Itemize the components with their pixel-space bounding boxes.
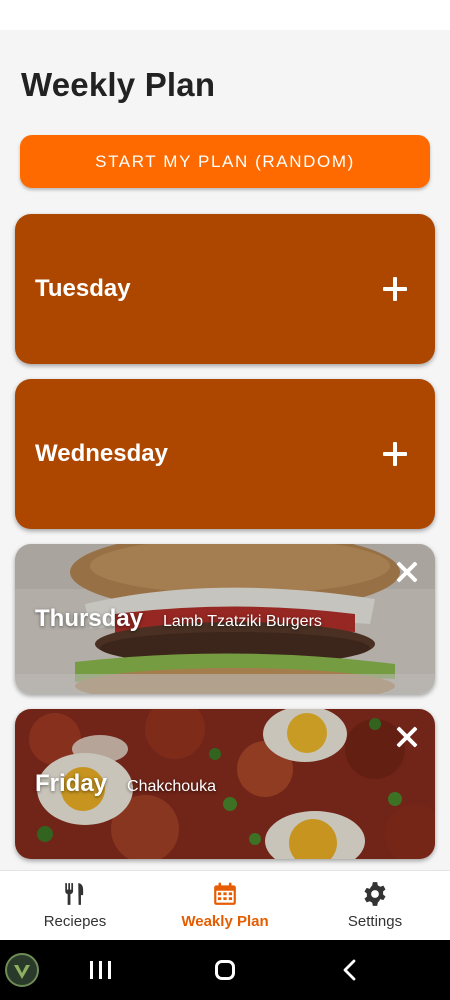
day-card-thursday[interactable]: Thursday Lamb Tzatziki Burgers [15, 544, 435, 694]
day-name: Thursday [35, 605, 144, 632]
meal-row: Friday Chakchouka [35, 770, 216, 798]
page-title: Weekly Plan [21, 66, 216, 103]
day-name: Friday [35, 770, 108, 797]
back-button[interactable] [325, 940, 375, 1000]
day-card-tuesday[interactable]: Tuesday [15, 214, 435, 364]
nav-item-settings[interactable]: Settings [300, 871, 450, 940]
back-icon [343, 959, 356, 981]
home-icon [215, 960, 235, 980]
nav-item-weekly-plan[interactable]: Weakly Plan [150, 871, 300, 940]
fork-knife-icon [65, 883, 84, 905]
calendar-icon [214, 882, 236, 905]
plus-icon[interactable] [383, 442, 407, 466]
day-card-friday[interactable]: Friday Chakchouka [15, 709, 435, 859]
shield-icon [5, 953, 39, 987]
bottom-nav: Reciepes Weakly Plan Settings [0, 870, 450, 940]
nav-label: Reciepes [43, 913, 107, 930]
recents-button[interactable] [75, 940, 125, 1000]
close-icon[interactable] [395, 560, 419, 584]
status-bar [0, 0, 450, 30]
nav-label: Weakly Plan [181, 913, 269, 930]
meal-name: Chakchouka [127, 778, 216, 795]
day-name: Tuesday [35, 275, 131, 302]
start-plan-button[interactable]: START MY PLAN (RANDOM) [20, 135, 430, 188]
nav-item-recipes[interactable]: Reciepes [0, 871, 150, 940]
plus-icon[interactable] [383, 277, 407, 301]
close-icon[interactable] [395, 725, 419, 749]
meal-name: Lamb Tzatziki Burgers [163, 613, 322, 630]
day-name: Wednesday [35, 440, 168, 467]
home-button[interactable] [200, 940, 250, 1000]
meal-row: Thursday Lamb Tzatziki Burgers [35, 605, 322, 633]
nav-label: Settings [347, 913, 403, 930]
day-card-wednesday[interactable]: Wednesday [15, 379, 435, 529]
recents-icon [89, 961, 93, 979]
weekly-plan-screen: Weekly Plan START MY PLAN (RANDOM) Tuesd… [0, 30, 450, 870]
gear-icon [364, 882, 386, 906]
system-navigation-bar [0, 940, 450, 1000]
